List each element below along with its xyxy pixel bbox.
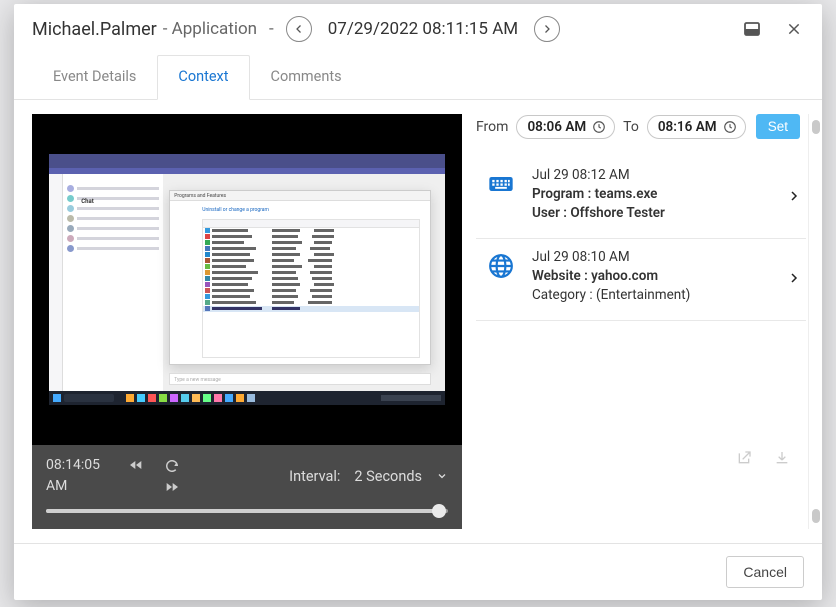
set-filter-button[interactable]: Set [756,114,800,139]
time-filter-row: From 08:06 AM To 08:16 AM Set [476,114,806,139]
context-events-pane: From 08:06 AM To 08:16 AM Set [476,114,808,529]
clock-icon [592,120,606,134]
step-back-button[interactable] [126,457,146,475]
close-icon [786,21,802,37]
interval-label: Interval: [289,468,340,485]
rewind-icon [126,457,146,473]
prev-event-button[interactable] [286,16,312,42]
external-link-icon [736,450,752,466]
chevron-down-icon[interactable] [436,470,448,482]
globe-icon [486,251,516,281]
fast-forward-icon [162,479,182,495]
modal-header: Michael.Palmer - Application - 07/29/202… [14,4,822,54]
modal-footer: Cancel [14,543,822,600]
header-dash: - [265,19,278,39]
from-label: From [476,119,508,135]
event-time: Jul 29 08:10 AM [532,249,772,265]
from-time-input[interactable]: 08:06 AM [516,115,615,139]
event-item-program[interactable]: Jul 29 08:12 AM Program : teams.exe User… [476,157,806,239]
cancel-button[interactable]: Cancel [726,556,804,588]
minimize-icon [744,22,760,36]
playback-slider[interactable] [46,509,448,513]
tab-comments[interactable]: Comments [250,55,363,100]
header-timestamp: 07/29/2022 08:11:15 AM [320,19,526,39]
close-button[interactable] [784,19,804,39]
chevron-right-icon [788,271,800,285]
refresh-button[interactable] [162,457,182,475]
chevron-right-icon [541,23,553,35]
tab-context[interactable]: Context [157,55,249,100]
clock-icon [723,120,737,134]
playback-pane: Chat Programs and Features Uninstall or … [32,114,462,529]
to-time-input[interactable]: 08:16 AM [647,115,746,139]
chevron-left-icon [293,23,305,35]
chevron-right-icon [788,189,800,203]
download-icon [774,450,790,466]
screenshot-viewport[interactable]: Chat Programs and Features Uninstall or … [32,114,462,445]
to-label: To [623,119,639,135]
tab-bar: Event Details Context Comments [14,54,822,100]
header-user: Michael.Palmer [32,19,157,40]
right-pane-scrollbar[interactable] [808,114,822,529]
download-button[interactable] [772,450,792,466]
event-time: Jul 29 08:12 AM [532,167,772,183]
event-detail-modal: Michael.Palmer - Application - 07/29/202… [14,4,822,600]
minimize-button[interactable] [742,19,762,39]
open-external-button[interactable] [734,450,754,466]
playback-controls: 08:14:05 AM [32,445,462,529]
slider-thumb[interactable] [432,504,446,518]
keyboard-icon [486,169,516,199]
modal-body: Chat Programs and Features Uninstall or … [14,100,822,543]
playback-time: 08:14:05 AM [46,455,126,497]
tab-event-details[interactable]: Event Details [32,55,157,100]
next-event-button[interactable] [534,16,560,42]
header-suffix: - Application [163,19,257,39]
event-item-website[interactable]: Jul 29 08:10 AM Website : yahoo.com Cate… [476,239,806,321]
desktop-screenshot: Chat Programs and Features Uninstall or … [49,154,445,406]
interval-value[interactable]: 2 Seconds [354,468,422,485]
step-forward-button[interactable] [162,479,182,495]
refresh-icon [163,457,181,475]
